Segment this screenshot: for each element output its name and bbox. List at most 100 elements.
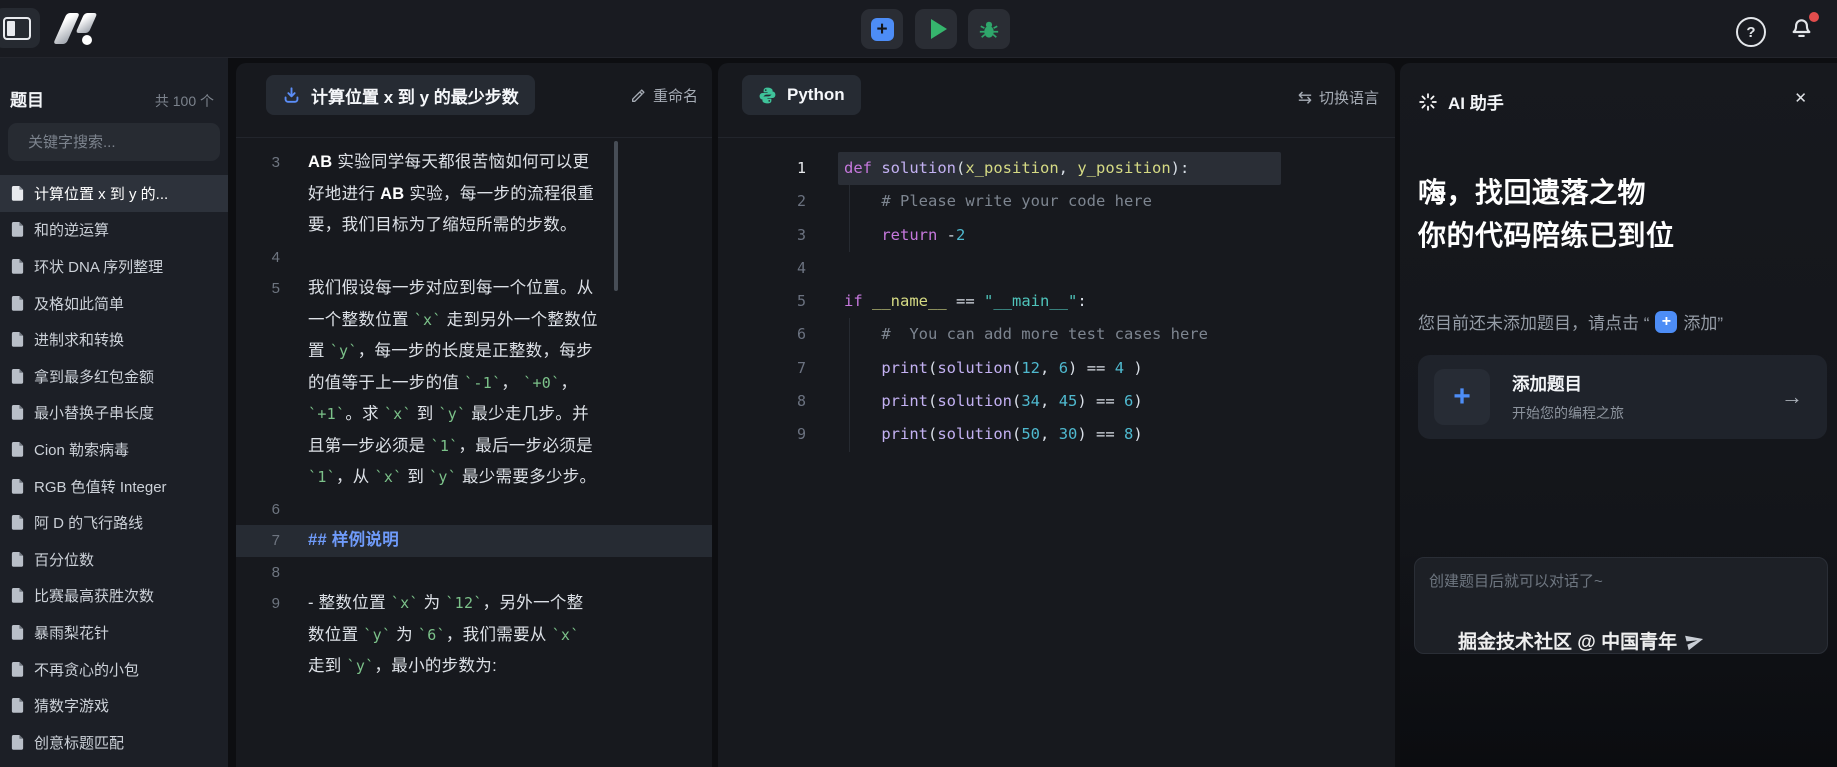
problem-tab[interactable]: 计算位置 x 到 y 的最少步数: [266, 75, 535, 115]
problem-list: 计算位置 x 到 y 的... 和的逆运算 环状 DNA 序列整理 及格如此简单…: [0, 175, 228, 767]
notifications-button[interactable]: [1788, 14, 1818, 46]
list-item[interactable]: 创意标题匹配: [0, 724, 228, 761]
list-item-label: 进制求和转换: [34, 329, 124, 350]
code-line: 8 print(solution(34, 45) == 6): [718, 385, 1395, 418]
line-number: 6: [718, 318, 806, 351]
list-item-label: 及格如此简单: [34, 293, 124, 314]
list-item-label: Cion 勒索病毒: [34, 439, 129, 460]
document-icon: [10, 258, 25, 275]
problem-panel: 计算位置 x 到 y 的最少步数 重命名 3AB 实验同学每天都很苦恼如何可以更…: [236, 63, 712, 767]
line-number: 7: [236, 525, 280, 557]
add-problem-button[interactable]: +: [861, 9, 903, 49]
document-icon: [10, 514, 25, 531]
sidebar-toggle-button[interactable]: [0, 8, 40, 48]
list-item[interactable]: 及格如此简单: [0, 285, 228, 322]
play-icon: [931, 19, 947, 39]
list-item-label: RGB 色值转 Integer: [34, 476, 167, 497]
chat-input-box: [1414, 557, 1828, 654]
code-line-text: print(solution(50, 30) == 8): [844, 418, 1143, 451]
close-icon[interactable]: ✕: [1794, 89, 1807, 107]
list-item[interactable]: 最小替换子串长度: [0, 395, 228, 432]
debug-button[interactable]: [968, 9, 1010, 49]
document-icon: [10, 331, 25, 348]
add-icon: +: [1655, 311, 1677, 333]
run-button[interactable]: [915, 9, 957, 49]
code-line: 4: [718, 252, 1395, 285]
list-item[interactable]: 环状 DNA 序列整理: [0, 248, 228, 285]
document-icon: [10, 221, 25, 238]
list-item[interactable]: 拿到最多红包金额: [0, 358, 228, 395]
document-icon: [10, 551, 25, 568]
chat-input[interactable]: [1415, 558, 1827, 653]
list-item[interactable]: 计算位置 x 到 y 的...: [0, 175, 228, 212]
pencil-icon: [630, 88, 646, 104]
code-line: 7 print(solution(12, 6) == 4 ): [718, 352, 1395, 385]
list-item-label: 计算位置 x 到 y 的...: [34, 183, 168, 204]
description-scrollbar[interactable]: [614, 141, 618, 291]
md-line: 4: [236, 242, 712, 274]
list-item[interactable]: 进制求和转换: [0, 321, 228, 358]
code-panel: Python ⇆ 切换语言 1def solution(x_position, …: [718, 63, 1395, 767]
list-item-label: 比赛最高获胜次数: [34, 585, 154, 606]
document-icon: [10, 624, 25, 641]
md-line: 6: [236, 494, 712, 526]
list-item-label: 和的逆运算: [34, 219, 109, 240]
plus-icon: +: [1434, 369, 1490, 425]
list-item[interactable]: 猜数字游戏: [0, 687, 228, 724]
help-button[interactable]: ?: [1736, 17, 1766, 47]
md-line-text: [308, 242, 600, 274]
document-icon: [10, 295, 25, 312]
document-icon: [10, 185, 25, 202]
list-item[interactable]: 百分位数: [0, 541, 228, 578]
list-item[interactable]: RGB 色值转 Integer: [0, 468, 228, 505]
notification-badge: [1809, 12, 1819, 22]
line-number: 5: [236, 273, 280, 494]
md-line: 9 - 整数位置 `x` 为 `12`，另外一个整数位置 `y` 为 `6`，我们…: [236, 588, 712, 683]
md-line: 3AB 实验同学每天都很苦恼如何可以更好地进行 AB 实验，每一步的流程很重要，…: [236, 147, 712, 242]
rename-button[interactable]: 重命名: [630, 85, 698, 106]
code-panel-header: Python ⇆ 切换语言: [718, 63, 1395, 138]
bug-icon: [978, 18, 1000, 40]
md-line: 8: [236, 557, 712, 589]
list-item[interactable]: 和的逆运算: [0, 212, 228, 249]
md-line-text: - 整数位置 `x` 为 `12`，另外一个整数位置 `y` 为 `6`，我们需…: [308, 588, 600, 683]
ai-assistant-panel: AI 助手 ✕ 嗨，找回遗落之物 你的代码陪练已到位 您目前还未添加题目，请点击…: [1400, 63, 1837, 767]
code-line-text: # Please write your code here: [844, 185, 1152, 218]
code-line: 1def solution(x_position, y_position):: [718, 152, 1395, 185]
sidebar-title: 题目: [10, 86, 44, 111]
list-item-label: 阿 D 的飞行路线: [34, 512, 143, 533]
list-item-label: 暴雨梨花针: [34, 622, 109, 643]
list-item[interactable]: 暴雨梨花针: [0, 614, 228, 651]
md-line-text: AB 实验同学每天都很苦恼如何可以更好地进行 AB 实验，每一步的流程很重要，我…: [308, 147, 600, 242]
document-icon: [10, 368, 25, 385]
line-number: 9: [236, 588, 280, 683]
code-line: 6 # You can add more test cases here: [718, 318, 1395, 351]
code-line: 3 return -2: [718, 219, 1395, 252]
list-item[interactable]: 比赛最高获胜次数: [0, 578, 228, 615]
list-item[interactable]: Cion 勒索病毒: [0, 431, 228, 468]
list-item-label: 环状 DNA 序列整理: [34, 256, 163, 277]
document-icon: [10, 441, 25, 458]
add-problem-card[interactable]: + 添加题目 开始您的编程之旅 →: [1418, 355, 1827, 439]
code-line-text: # You can add more test cases here: [844, 318, 1208, 351]
line-number: 2: [718, 185, 806, 218]
markdown-editor[interactable]: 3AB 实验同学每天都很苦恼如何可以更好地进行 AB 实验，每一步的流程很重要，…: [236, 138, 712, 767]
list-item[interactable]: 阿 D 的飞行路线: [0, 504, 228, 541]
line-number: 4: [236, 242, 280, 274]
document-icon: [10, 587, 25, 604]
code-line: 9 print(solution(50, 30) == 8): [718, 418, 1395, 451]
switch-language-button[interactable]: ⇆ 切换语言: [1298, 87, 1379, 108]
list-item[interactable]: 古城小游戏计价次数: [0, 761, 228, 767]
document-icon: [10, 734, 25, 751]
list-item-label: 创意标题匹配: [34, 732, 124, 753]
help-icon: ?: [1746, 24, 1755, 41]
code-editor[interactable]: 1def solution(x_position, y_position):2 …: [718, 138, 1395, 767]
language-tab[interactable]: Python: [742, 75, 861, 115]
app-window: + ? 题目 共 100 个: [0, 0, 1837, 767]
ai-hint: 您目前还未添加题目，请点击 “ + 添加”: [1418, 309, 1723, 334]
search-input[interactable]: [26, 133, 229, 152]
list-item[interactable]: 不再贪心的小包: [0, 651, 228, 688]
line-number: 4: [718, 252, 806, 285]
code-line-text: print(solution(12, 6) == 4 ): [844, 352, 1143, 385]
md-line-text: ## 样例说明: [308, 525, 600, 557]
